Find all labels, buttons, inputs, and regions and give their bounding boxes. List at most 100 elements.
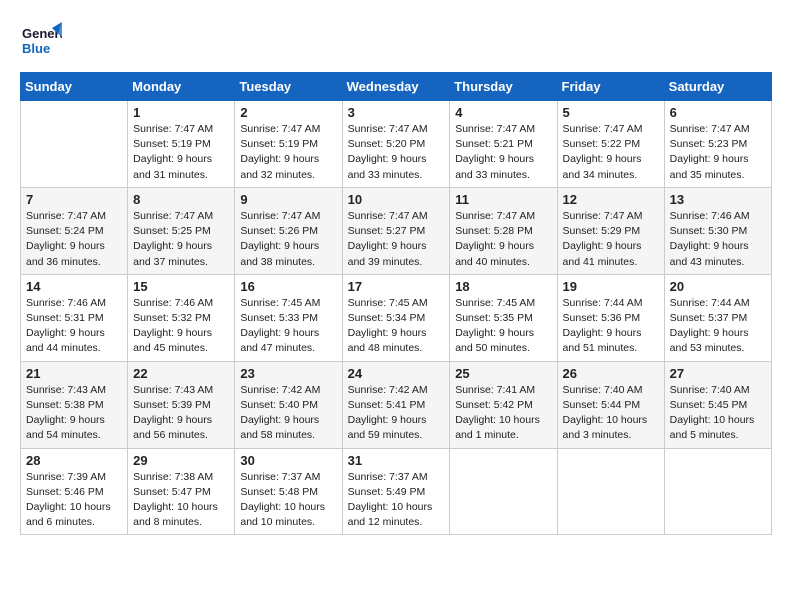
day-number: 24 <box>348 366 445 381</box>
day-number: 4 <box>455 105 551 120</box>
day-cell: 23 Sunrise: 7:42 AMSunset: 5:40 PMDayligh… <box>235 361 342 448</box>
day-cell: 15Sunrise: 7:46 AMSunset: 5:32 PMDayligh… <box>128 274 235 361</box>
day-info: Sunrise: 7:44 AMSunset: 5:37 PMDaylight:… <box>670 296 766 357</box>
calendar-header-row: SundayMondayTuesdayWednesdayThursdayFrid… <box>21 73 772 101</box>
day-info: Sunrise: 7:45 AMSunset: 5:33 PMDaylight:… <box>240 296 336 357</box>
day-cell: 13 Sunrise: 7:46 AMSunset: 5:30 PMDayligh… <box>664 187 771 274</box>
day-info: Sunrise: 7:39 AMSunset: 5:46 PMDaylight:… <box>26 470 122 531</box>
day-number: 6 <box>670 105 766 120</box>
day-cell: 9 Sunrise: 7:47 AMSunset: 5:26 PMDaylight… <box>235 187 342 274</box>
day-cell: 7Sunrise: 7:47 AMSunset: 5:24 PMDaylight… <box>21 187 128 274</box>
day-info: Sunrise: 7:47 AMSunset: 5:26 PMDaylight:… <box>240 209 336 270</box>
day-number: 5 <box>563 105 659 120</box>
day-number: 9 <box>240 192 336 207</box>
day-cell: 8 Sunrise: 7:47 AMSunset: 5:25 PMDaylight… <box>128 187 235 274</box>
day-number: 8 <box>133 192 229 207</box>
week-row-2: 14 Sunrise: 7:46 AMSunset: 5:31 PMDayligh… <box>21 274 772 361</box>
day-cell <box>664 448 771 535</box>
day-cell: 18 Sunrise: 7:45 AMSunset: 5:35 PMDayligh… <box>450 274 557 361</box>
day-cell: 26 Sunrise: 7:40 AMSunset: 5:44 PMDayligh… <box>557 361 664 448</box>
day-info: Sunrise: 7:46 AMSunset: 5:31 PMDaylight:… <box>26 296 122 357</box>
day-number: 13 <box>670 192 766 207</box>
day-number: 1 <box>133 105 229 120</box>
day-info: Sunrise: 7:37 AMSunset: 5:48 PMDaylight:… <box>240 470 336 531</box>
day-cell: 30 Sunrise: 7:37 AMSunset: 5:48 PMDayligh… <box>235 448 342 535</box>
day-number: 10 <box>348 192 445 207</box>
day-info: Sunrise: 7:47 AMSunset: 5:19 PMDaylight:… <box>240 122 336 183</box>
day-cell: 10 Sunrise: 7:47 AMSunset: 5:27 PMDayligh… <box>342 187 450 274</box>
day-cell: 25 Sunrise: 7:41 AMSunset: 5:42 PMDayligh… <box>450 361 557 448</box>
day-number: 11 <box>455 192 551 207</box>
day-cell <box>21 101 128 188</box>
day-info: Sunrise: 7:47 AMSunset: 5:20 PMDaylight:… <box>348 122 445 183</box>
day-number: 26 <box>563 366 659 381</box>
day-cell <box>450 448 557 535</box>
day-cell <box>557 448 664 535</box>
header-friday: Friday <box>557 73 664 101</box>
day-cell: 16 Sunrise: 7:45 AMSunset: 5:33 PMDayligh… <box>235 274 342 361</box>
day-info: Sunrise: 7:43 AMSunset: 5:39 PMDaylight:… <box>133 383 229 444</box>
day-info: Sunrise: 7:47 AMSunset: 5:27 PMDaylight:… <box>348 209 445 270</box>
day-info: Sunrise: 7:43 AMSunset: 5:38 PMDaylight:… <box>26 383 122 444</box>
day-number: 22 <box>133 366 229 381</box>
day-info: Sunrise: 7:45 AMSunset: 5:34 PMDaylight:… <box>348 296 445 357</box>
svg-text:Blue: Blue <box>22 41 50 56</box>
day-number: 16 <box>240 279 336 294</box>
week-row-3: 21 Sunrise: 7:43 AMSunset: 5:38 PMDayligh… <box>21 361 772 448</box>
day-cell: 4 Sunrise: 7:47 AMSunset: 5:21 PMDaylight… <box>450 101 557 188</box>
day-info: Sunrise: 7:42 AMSunset: 5:41 PMDaylight:… <box>348 383 445 444</box>
day-cell: 19Sunrise: 7:44 AMSunset: 5:36 PMDayligh… <box>557 274 664 361</box>
week-row-0: 1 Sunrise: 7:47 AMSunset: 5:19 PMDaylight… <box>21 101 772 188</box>
day-cell: 28 Sunrise: 7:39 AMSunset: 5:46 PMDayligh… <box>21 448 128 535</box>
day-number: 31 <box>348 453 445 468</box>
day-info: Sunrise: 7:47 AMSunset: 5:21 PMDaylight:… <box>455 122 551 183</box>
day-info: Sunrise: 7:41 AMSunset: 5:42 PMDaylight:… <box>455 383 551 444</box>
day-info: Sunrise: 7:40 AMSunset: 5:44 PMDaylight:… <box>563 383 659 444</box>
day-cell: 24 Sunrise: 7:42 AMSunset: 5:41 PMDayligh… <box>342 361 450 448</box>
week-row-1: 7Sunrise: 7:47 AMSunset: 5:24 PMDaylight… <box>21 187 772 274</box>
day-info: Sunrise: 7:38 AMSunset: 5:47 PMDaylight:… <box>133 470 229 531</box>
day-info: Sunrise: 7:47 AMSunset: 5:28 PMDaylight:… <box>455 209 551 270</box>
day-number: 7 <box>26 192 122 207</box>
day-number: 14 <box>26 279 122 294</box>
day-info: Sunrise: 7:47 AMSunset: 5:29 PMDaylight:… <box>563 209 659 270</box>
day-cell: 6 Sunrise: 7:47 AMSunset: 5:23 PMDaylight… <box>664 101 771 188</box>
day-cell: 22 Sunrise: 7:43 AMSunset: 5:39 PMDayligh… <box>128 361 235 448</box>
day-number: 27 <box>670 366 766 381</box>
day-info: Sunrise: 7:45 AMSunset: 5:35 PMDaylight:… <box>455 296 551 357</box>
day-cell: 14 Sunrise: 7:46 AMSunset: 5:31 PMDayligh… <box>21 274 128 361</box>
day-info: Sunrise: 7:46 AMSunset: 5:30 PMDaylight:… <box>670 209 766 270</box>
week-row-4: 28 Sunrise: 7:39 AMSunset: 5:46 PMDayligh… <box>21 448 772 535</box>
header-tuesday: Tuesday <box>235 73 342 101</box>
day-info: Sunrise: 7:37 AMSunset: 5:49 PMDaylight:… <box>348 470 445 531</box>
day-info: Sunrise: 7:40 AMSunset: 5:45 PMDaylight:… <box>670 383 766 444</box>
day-number: 18 <box>455 279 551 294</box>
day-number: 3 <box>348 105 445 120</box>
day-info: Sunrise: 7:47 AMSunset: 5:22 PMDaylight:… <box>563 122 659 183</box>
day-number: 2 <box>240 105 336 120</box>
day-info: Sunrise: 7:42 AMSunset: 5:40 PMDaylight:… <box>240 383 336 444</box>
day-cell: 3 Sunrise: 7:47 AMSunset: 5:20 PMDaylight… <box>342 101 450 188</box>
day-cell: 11 Sunrise: 7:47 AMSunset: 5:28 PMDayligh… <box>450 187 557 274</box>
day-number: 20 <box>670 279 766 294</box>
header-sunday: Sunday <box>21 73 128 101</box>
day-number: 29 <box>133 453 229 468</box>
day-cell: 20 Sunrise: 7:44 AMSunset: 5:37 PMDayligh… <box>664 274 771 361</box>
header-wednesday: Wednesday <box>342 73 450 101</box>
day-cell: 17 Sunrise: 7:45 AMSunset: 5:34 PMDayligh… <box>342 274 450 361</box>
day-number: 28 <box>26 453 122 468</box>
day-info: Sunrise: 7:47 AMSunset: 5:25 PMDaylight:… <box>133 209 229 270</box>
day-cell: 29 Sunrise: 7:38 AMSunset: 5:47 PMDayligh… <box>128 448 235 535</box>
page-header: General Blue <box>20 20 772 62</box>
day-cell: 1 Sunrise: 7:47 AMSunset: 5:19 PMDaylight… <box>128 101 235 188</box>
day-number: 25 <box>455 366 551 381</box>
logo: General Blue <box>20 20 70 62</box>
day-info: Sunrise: 7:47 AMSunset: 5:19 PMDaylight:… <box>133 122 229 183</box>
day-cell: 27 Sunrise: 7:40 AMSunset: 5:45 PMDayligh… <box>664 361 771 448</box>
day-number: 21 <box>26 366 122 381</box>
day-info: Sunrise: 7:47 AMSunset: 5:23 PMDaylight:… <box>670 122 766 183</box>
day-number: 12 <box>563 192 659 207</box>
day-number: 23 <box>240 366 336 381</box>
day-number: 30 <box>240 453 336 468</box>
day-number: 17 <box>348 279 445 294</box>
